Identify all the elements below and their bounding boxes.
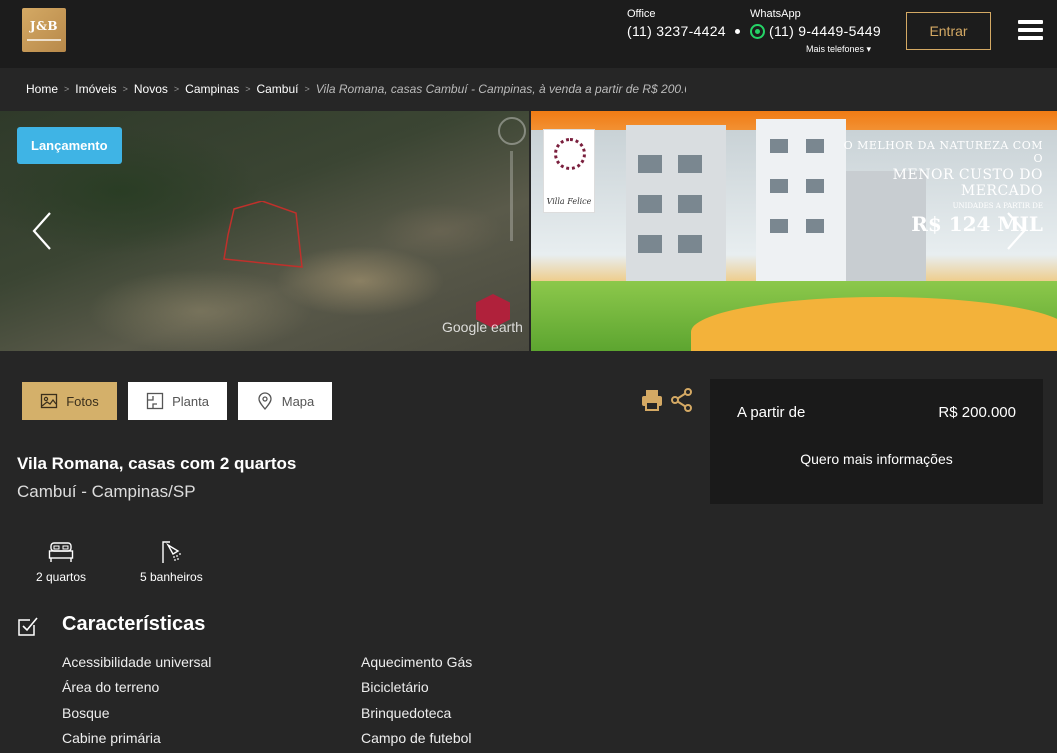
- whatsapp-phone[interactable]: (11) 9-4449-5449: [769, 23, 881, 39]
- building-a: [626, 125, 726, 285]
- villa-felice-name: Villa Felice: [546, 197, 592, 206]
- request-info-link[interactable]: Quero mais informações: [710, 451, 1043, 467]
- hamburger-menu-icon[interactable]: [1018, 20, 1043, 40]
- print-icon[interactable]: [640, 388, 664, 412]
- tab-photos-label: Fotos: [66, 393, 99, 409]
- menu-bar: [1018, 28, 1043, 32]
- feature-bathrooms: 5 banheiros: [140, 540, 203, 584]
- office-contact: Office (11) 3237-4424: [627, 8, 726, 39]
- breadcrumb-home[interactable]: Home: [26, 82, 58, 96]
- contact-separator: [735, 29, 740, 34]
- whatsapp-icon: [750, 23, 765, 39]
- price-label: A partir de: [737, 404, 806, 421]
- banner-line-2: MENOR CUSTO DO MERCADO: [892, 167, 1043, 199]
- menu-bar: [1018, 20, 1043, 24]
- logo-text: J&B: [29, 19, 59, 33]
- property-title: Vila Romana, casas com 2 quartos: [17, 454, 297, 473]
- office-label: Office: [627, 8, 656, 20]
- breadcrumb: Home > Imóveis > Novos > Campinas > Camb…: [26, 82, 686, 96]
- characteristic-item: Bosque: [62, 704, 110, 721]
- gallery-next-arrow-icon[interactable]: [1006, 211, 1026, 251]
- characteristic-item: Aquecimento Gás: [361, 654, 473, 670]
- shower-icon: [162, 541, 182, 563]
- tab-floorplan[interactable]: Planta: [128, 382, 227, 420]
- feature-bedrooms: 2 quartos: [36, 540, 86, 584]
- floorplan-icon: [146, 392, 164, 410]
- breadcrumb-separator: >: [304, 84, 310, 94]
- villa-felice-logo: Villa Felice: [543, 129, 595, 213]
- image-icon: [41, 393, 58, 409]
- promo-banner-photo[interactable]: Villa Felice O MELHOR DA NATUREZA COM O …: [531, 111, 1057, 351]
- bed-icon: [48, 542, 74, 562]
- mandala-icon: [554, 138, 586, 170]
- plot-outline: [223, 201, 303, 268]
- whatsapp-phone-row[interactable]: (11) 9-4449-5449: [750, 23, 881, 39]
- characteristic-item: Brinquedoteca: [361, 704, 452, 721]
- tab-map[interactable]: Mapa: [238, 382, 332, 420]
- banner-line-3: UNIDADES A PARTIR DE: [952, 202, 1043, 210]
- characteristic-item: Área do terreno: [62, 679, 160, 696]
- more-phones-dropdown[interactable]: Mais telefones ▾: [806, 44, 871, 55]
- checkbox-icon: [18, 617, 38, 636]
- breadcrumb-separator: >: [245, 84, 251, 94]
- google-earth-watermark: Google earth: [442, 319, 523, 335]
- feature-bathrooms-label: 5 banheiros: [140, 570, 203, 584]
- logo-underline: [27, 39, 61, 41]
- breadcrumb-campinas[interactable]: Campinas: [185, 82, 239, 96]
- launch-badge: Lançamento: [17, 127, 122, 164]
- characteristic-item: Acessibilidade universal: [62, 654, 212, 670]
- price-value: R$ 200.000: [938, 404, 1016, 421]
- characteristic-item: Cabine primária: [62, 729, 161, 746]
- zoom-slider: [510, 151, 513, 241]
- breadcrumb-separator: >: [173, 84, 180, 94]
- characteristics-column-1: Acessibilidade universal Área do terreno…: [62, 654, 212, 753]
- company-logo[interactable]: J&B: [22, 8, 66, 52]
- tab-photos[interactable]: Fotos: [22, 382, 117, 420]
- menu-bar: [1018, 36, 1043, 40]
- banner-line-1: O MELHOR DA NATUREZA COM O: [843, 139, 1043, 165]
- aerial-photo[interactable]: Google earth Lançamento: [0, 111, 529, 351]
- whatsapp-label: WhatsApp: [750, 8, 801, 20]
- gallery-prev-arrow-icon[interactable]: [32, 211, 52, 251]
- breadcrumb-cambui[interactable]: Cambuí: [256, 82, 298, 96]
- breadcrumb-novos[interactable]: Novos: [134, 82, 168, 96]
- breadcrumb-separator: >: [64, 84, 70, 94]
- login-button[interactable]: Entrar: [906, 12, 991, 50]
- share-icon[interactable]: [671, 388, 693, 412]
- characteristics-column-2: Aquecimento Gás Bicicletário Brinquedote…: [361, 654, 473, 753]
- price-box: A partir de R$ 200.000 Quero mais inform…: [710, 379, 1043, 504]
- site-header: J&B Office (11) 3237-4424 WhatsApp (11) …: [0, 0, 1057, 68]
- property-location: Cambuí - Campinas/SP: [17, 482, 196, 501]
- characteristic-item: Campo de futebol: [361, 729, 472, 746]
- breadcrumb-imoveis[interactable]: Imóveis: [75, 82, 116, 96]
- whatsapp-contact: WhatsApp (11) 9-4449-5449: [750, 8, 881, 39]
- office-phone[interactable]: (11) 3237-4424: [627, 23, 726, 39]
- feature-bedrooms-label: 2 quartos: [36, 570, 87, 584]
- building-b: [756, 119, 846, 289]
- characteristics-title: Características: [62, 613, 206, 635]
- map-pin-icon: [258, 392, 272, 410]
- tab-map-label: Mapa: [281, 393, 315, 409]
- characteristic-item: Bicicletário: [361, 679, 429, 696]
- tab-floorplan-label: Planta: [172, 393, 209, 409]
- breadcrumb-current: Vila Romana, casas Cambuí - Campinas, à …: [315, 82, 686, 96]
- breadcrumb-separator: >: [122, 84, 128, 94]
- photo-gallery[interactable]: Google earth Lançamento Villa Felice O M…: [0, 111, 1057, 351]
- compass-icon: [498, 117, 526, 145]
